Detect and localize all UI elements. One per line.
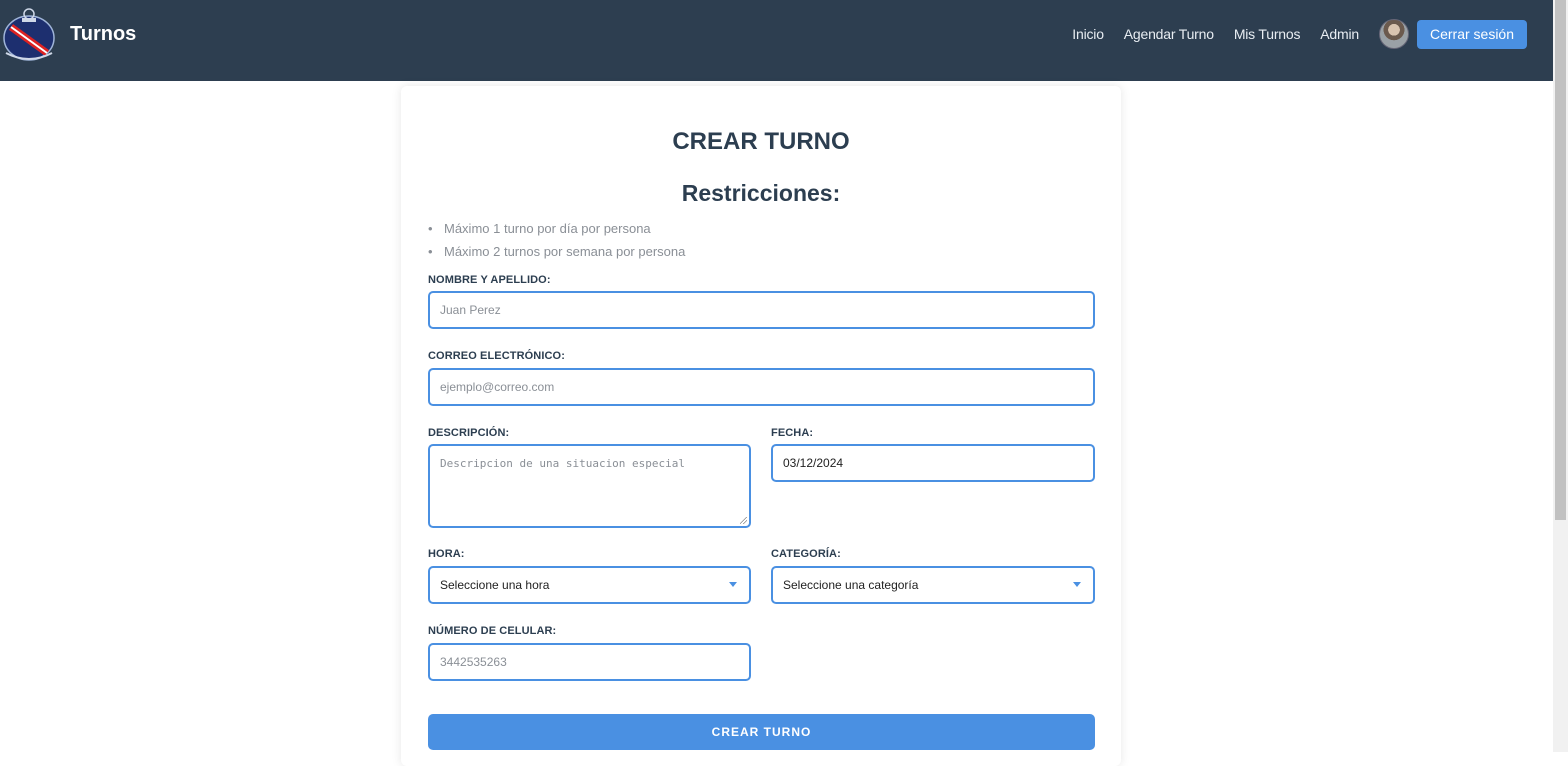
nav-links: Inicio Agendar Turno Mis Turnos Admin Ce… [1052, 19, 1527, 49]
category-select[interactable]: Seleccione una categoría [771, 566, 1095, 604]
phone-label: NÚMERO DE CELULAR: [428, 625, 557, 637]
name-input[interactable]: Juan Perez [428, 291, 1095, 329]
nav-link-inicio[interactable]: Inicio [1072, 26, 1104, 42]
scrollbar-thumb[interactable] [1555, 0, 1566, 520]
nav-link-agendar-turno[interactable]: Agendar Turno [1124, 26, 1214, 42]
restrictions-list: Máximo 1 turno por día por persona Máxim… [428, 220, 685, 266]
description-label: DESCRIPCIÓN: [428, 427, 510, 439]
form-title: CREAR TURNO [672, 128, 850, 155]
chevron-down-icon [1073, 582, 1081, 587]
category-select-value: Seleccione una categoría [783, 578, 919, 592]
restrictions-title: Restricciones: [681, 180, 841, 206]
date-label: FECHA: [771, 427, 814, 439]
municipal-crest-logo[interactable] [2, 5, 56, 63]
top-navbar: Turnos Inicio Agendar Turno Mis Turnos A… [0, 0, 1553, 81]
nav-link-mis-turnos[interactable]: Mis Turnos [1234, 26, 1301, 42]
logout-button[interactable]: Cerrar sesión [1416, 19, 1527, 49]
page-scrollbar[interactable] [1553, 0, 1568, 752]
time-label: HORA: [428, 548, 465, 560]
email-input[interactable]: ejemplo@correo.com [428, 368, 1095, 406]
restriction-item: Máximo 1 turno por día por persona [428, 220, 685, 243]
date-input[interactable]: 03/12/2024 [771, 444, 1095, 482]
resize-handle-icon[interactable] [740, 517, 747, 524]
name-label: NOMBRE Y APELLIDO: [428, 274, 551, 286]
time-select[interactable]: Seleccione una hora [428, 566, 751, 604]
nav-link-admin[interactable]: Admin [1320, 26, 1359, 42]
description-placeholder: Descripcion de una situacion especial [440, 457, 686, 470]
restriction-item: Máximo 2 turnos por semana por persona [428, 243, 685, 266]
email-label: CORREO ELECTRÓNICO: [428, 350, 565, 362]
chevron-down-icon [729, 582, 737, 587]
user-avatar[interactable] [1378, 19, 1409, 49]
description-textarea[interactable]: Descripcion de una situacion especial [428, 444, 751, 528]
category-label: CATEGORÍA: [771, 548, 841, 560]
phone-input[interactable]: 3442535263 [428, 643, 751, 681]
create-appointment-card: CREAR TURNO Restricciones: Máximo 1 turn… [401, 86, 1121, 766]
brand-title[interactable]: Turnos [70, 23, 136, 46]
create-appointment-button[interactable]: CREAR TURNO [428, 714, 1095, 750]
time-select-value: Seleccione una hora [440, 578, 550, 592]
